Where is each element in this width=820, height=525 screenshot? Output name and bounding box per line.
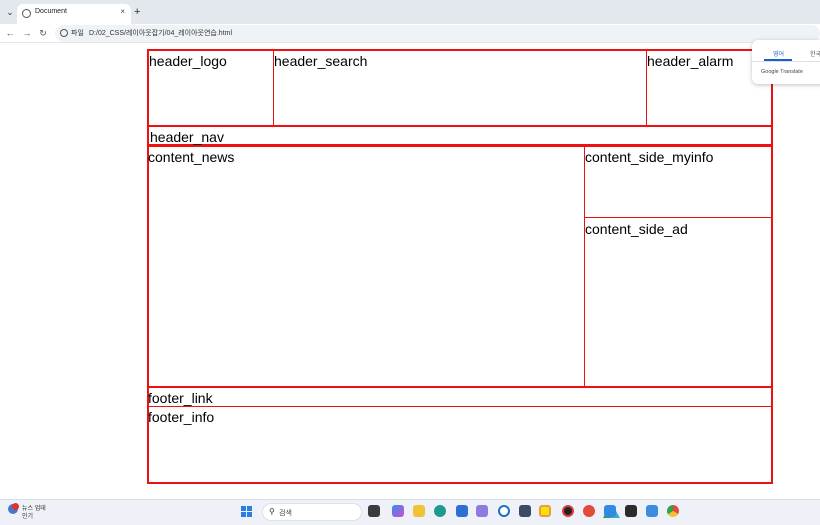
translate-divider	[752, 61, 820, 62]
forward-icon[interactable]: →	[21, 27, 33, 39]
search-icon: ⚲	[269, 507, 275, 516]
tab-strip: ⌄ Document × +	[0, 0, 820, 24]
tab-title: Document	[35, 8, 67, 15]
globe-icon	[22, 9, 31, 18]
vscode-icon[interactable]	[604, 505, 616, 517]
address-url[interactable]: D:/02_CSS/레이아웃잡기/04_레이아웃연습.html	[89, 28, 232, 38]
record-icon[interactable]	[562, 505, 574, 517]
translate-tab-target[interactable]: 한국	[810, 49, 820, 58]
translate-popup: 영어 한국 Google Translate	[752, 40, 820, 84]
address-bar[interactable]: 파일 D:/02_CSS/레이아웃잡기/04_레이아웃연습.html	[55, 25, 820, 42]
notification-badge	[12, 503, 19, 510]
kakaotalk-icon[interactable]	[539, 505, 551, 517]
footer-box	[147, 386, 773, 484]
copilot-icon[interactable]	[392, 505, 404, 517]
back-icon[interactable]: ←	[4, 27, 16, 39]
chrome-badge-icon[interactable]	[583, 505, 595, 517]
taskbar-search[interactable]: ⚲ 검색	[262, 503, 620, 521]
phone-link-icon[interactable]	[646, 505, 658, 517]
new-tab-button[interactable]: +	[134, 5, 140, 19]
folder-icon[interactable]	[413, 505, 425, 517]
store-icon[interactable]	[456, 505, 468, 517]
monitor-icon[interactable]	[519, 505, 531, 517]
start-icon[interactable]	[241, 506, 253, 518]
close-icon[interactable]: ×	[120, 7, 125, 16]
weather-line-2: 인기	[22, 514, 34, 520]
translate-brand: Google Translate	[761, 69, 803, 75]
side-divider	[585, 217, 772, 218]
content-divider	[584, 146, 585, 387]
info-icon[interactable]	[60, 29, 68, 37]
taskbar: 뉴스 업데 인기 ⚲ 검색	[0, 499, 820, 525]
tab-document[interactable]: Document ×	[17, 4, 131, 24]
weather-widget[interactable]: 뉴스 업데 인기	[8, 502, 54, 522]
task-view-icon[interactable]	[368, 505, 380, 517]
translate-tab-source[interactable]: 영어	[773, 49, 784, 58]
taskbar-search-text: 검색	[279, 510, 292, 517]
circle-app-icon[interactable]	[498, 505, 510, 517]
browser-toolbar: ← → ↻ 파일 D:/02_CSS/레이아웃잡기/04_레이아웃연습.html	[0, 24, 820, 43]
footer-divider	[148, 406, 772, 407]
header-nav: header_nav	[147, 125, 773, 146]
content-box	[147, 145, 773, 388]
chrome-icon[interactable]	[667, 505, 679, 517]
app-icon[interactable]	[476, 505, 488, 517]
edge-icon[interactable]	[434, 505, 446, 517]
terminal-icon[interactable]	[625, 505, 637, 517]
reload-icon[interactable]: ↻	[37, 27, 49, 39]
tab-search-icon[interactable]: ⌄	[4, 6, 16, 18]
address-scheme-label: 파일	[71, 30, 84, 37]
